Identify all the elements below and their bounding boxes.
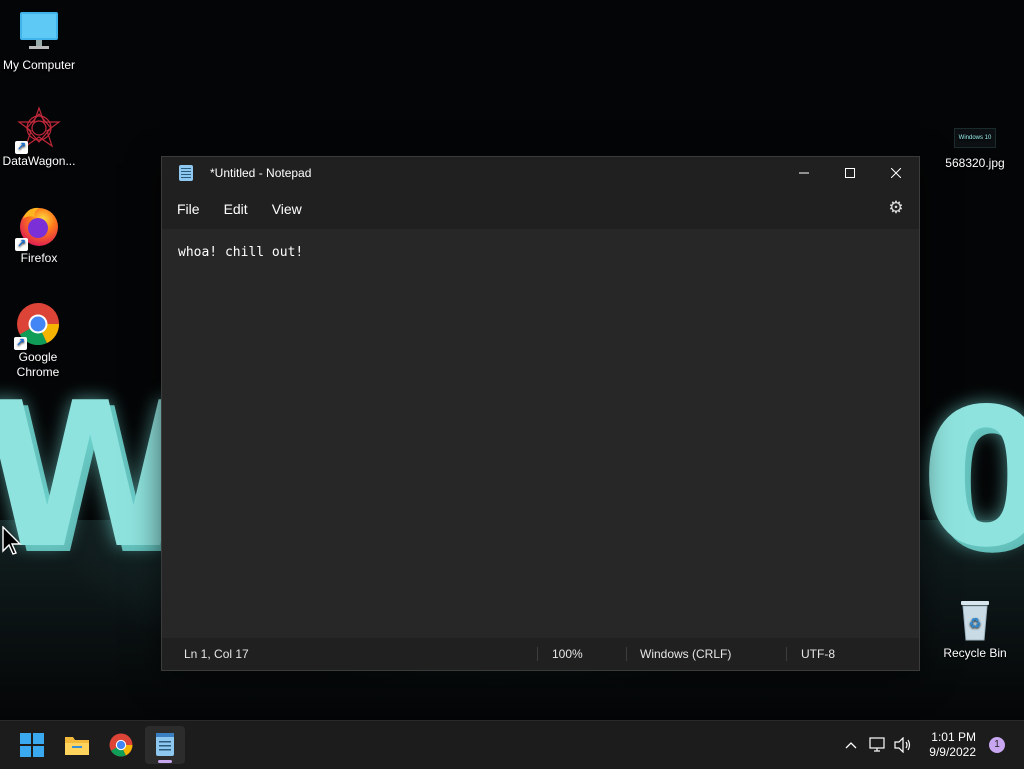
status-line-ending: Windows (CRLF): [640, 647, 732, 661]
chrome-icon: [109, 733, 133, 757]
status-divider: [626, 647, 627, 661]
desktop-icon-label: Recycle Bin: [943, 646, 1007, 660]
desktop-icon-recycle-bin[interactable]: ♻ Recycle Bin: [935, 598, 1015, 661]
minimize-icon: [799, 172, 809, 174]
taskbar-chrome[interactable]: [101, 726, 141, 764]
desktop-icon-my-computer[interactable]: My Computer: [0, 10, 79, 73]
wallpaper-letter-0: 0: [920, 368, 1024, 589]
clock-time: 1:01 PM: [931, 730, 976, 744]
shortcut-arrow-icon: ↗: [14, 337, 27, 350]
desktop-icon-label: Firefox: [20, 251, 58, 265]
title-bar[interactable]: *Untitled - Notepad: [162, 157, 919, 189]
desktop-icon-label: My Computer: [2, 58, 76, 72]
notification-badge[interactable]: 1: [989, 737, 1005, 753]
settings-gear-icon[interactable]: ⚙: [887, 199, 905, 217]
show-hidden-icons-chevron-icon[interactable]: [840, 721, 862, 769]
folder-icon: [65, 737, 89, 755]
clock-date: 9/9/2022: [929, 745, 976, 759]
shortcut-arrow-icon: ↗: [15, 141, 28, 154]
notepad-window[interactable]: *Untitled - Notepad File Edit View ⚙ who…: [161, 156, 920, 671]
windows-logo-icon: [20, 733, 44, 757]
desktop-icon-google-chrome[interactable]: ↗ Google Chrome: [0, 302, 77, 380]
close-button[interactable]: [873, 157, 919, 189]
menu-file[interactable]: File: [165, 193, 212, 225]
text-editor-area[interactable]: whoa! chill out!: [162, 229, 919, 638]
mouse-cursor-icon: [2, 525, 22, 561]
volume-icon[interactable]: [892, 721, 914, 769]
desktop-icon-568320-jpg[interactable]: Windows 10 568320.jpg: [935, 128, 1015, 171]
caption-buttons: [781, 157, 919, 189]
taskbar: 1:01 PM 9/9/2022 1: [0, 720, 1024, 769]
start-button[interactable]: [12, 726, 52, 764]
firefox-icon: ↗: [15, 203, 61, 251]
notepad-icon: [179, 165, 193, 181]
datawagon-icon: ↗: [15, 106, 61, 154]
network-icon[interactable]: [868, 721, 888, 769]
chrome-icon: ↗: [14, 302, 60, 350]
image-thumbnail-text: Windows 10: [954, 128, 996, 148]
desktop-icon-label: Google Chrome: [16, 350, 60, 379]
menu-view[interactable]: View: [260, 193, 314, 225]
desktop-icon-firefox[interactable]: ↗ Firefox: [0, 203, 79, 266]
status-bar: Ln 1, Col 17 100% Windows (CRLF) UTF-8: [162, 638, 919, 670]
status-divider: [786, 647, 787, 661]
menu-bar: File Edit View ⚙: [162, 189, 919, 229]
close-icon: [891, 168, 901, 178]
recycle-bin-icon: ♻: [953, 598, 997, 642]
desktop-icon-label: 568320.jpg: [945, 156, 1005, 170]
shortcut-arrow-icon: ↗: [15, 238, 28, 251]
taskbar-clock[interactable]: 1:01 PM 9/9/2022: [929, 730, 976, 760]
desktop-icon-label: DataWagon...: [2, 154, 76, 168]
maximize-button[interactable]: [827, 157, 873, 189]
minimize-button[interactable]: [781, 157, 827, 189]
status-encoding: UTF-8: [801, 647, 835, 661]
menu-edit[interactable]: Edit: [212, 193, 260, 225]
window-title: *Untitled - Notepad: [210, 166, 312, 180]
taskbar-notepad[interactable]: [145, 726, 185, 764]
status-divider: [537, 647, 538, 661]
monitor-icon: [17, 10, 61, 54]
status-zoom: 100%: [552, 647, 583, 661]
editor-content[interactable]: whoa! chill out!: [178, 245, 303, 260]
image-file-icon: Windows 10: [953, 128, 997, 150]
svg-text:♻: ♻: [969, 616, 982, 632]
maximize-icon: [845, 168, 855, 178]
notepad-icon: [156, 733, 174, 756]
desktop-icon-datawagon[interactable]: ↗ DataWagon...: [0, 106, 79, 169]
status-cursor-position: Ln 1, Col 17: [184, 647, 249, 661]
taskbar-file-explorer[interactable]: [57, 726, 97, 764]
